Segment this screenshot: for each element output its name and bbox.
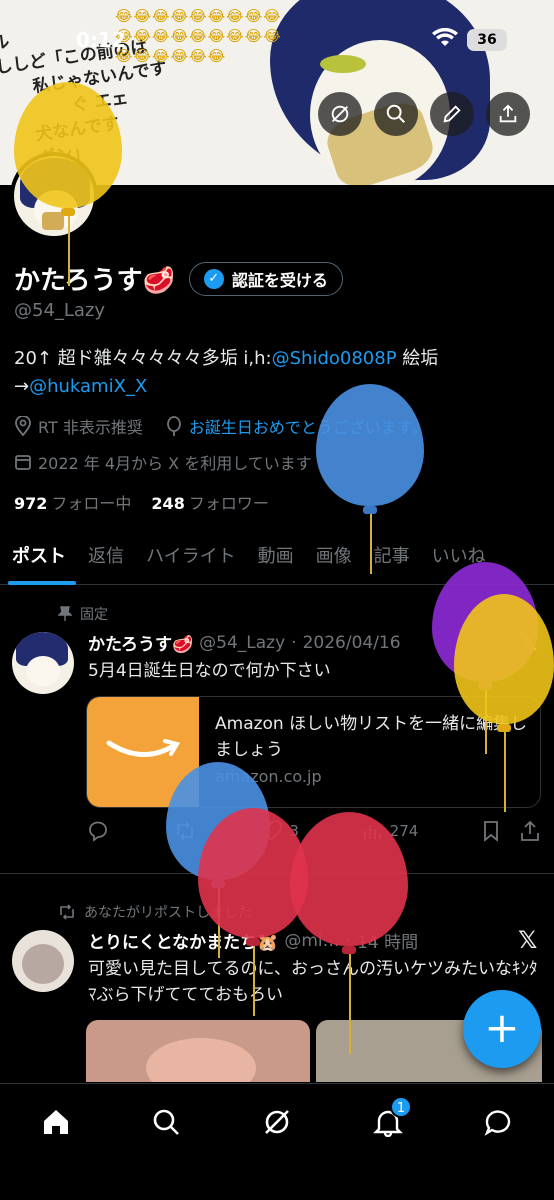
nav-messages[interactable]	[478, 1102, 518, 1142]
nav-notifications[interactable]: 1	[368, 1096, 412, 1142]
reply-icon	[89, 821, 107, 842]
pin-icon	[58, 606, 72, 621]
edit-icon	[443, 105, 461, 123]
followers-count: 248	[151, 494, 185, 513]
balloon-body	[454, 594, 554, 724]
pinned-indicator: 固定	[58, 604, 108, 624]
status-bar: 0:12 36	[0, 26, 554, 56]
balloon-knot	[363, 506, 377, 514]
reply-button[interactable]	[86, 820, 110, 842]
nav-search[interactable]	[146, 1102, 186, 1142]
following-label: フォロー中	[51, 494, 132, 513]
follow-stats: 972 フォロー中 248 フォロワー	[14, 490, 269, 514]
balloon-string	[349, 954, 351, 1054]
notification-badge: 1	[390, 1096, 412, 1118]
verified-badge-icon: ✓	[203, 268, 224, 289]
grok-icon	[331, 105, 349, 123]
joined-row: 2022 年 4月から X を利用しています	[14, 450, 334, 474]
grok-icon	[265, 1110, 289, 1134]
pinned-label: 固定	[80, 607, 108, 623]
balloon-decoration	[290, 812, 408, 1054]
balloon-knot	[61, 208, 75, 216]
bio-text: 20↑ 超ド雑々々々々々多垢 i,h:	[14, 348, 272, 369]
balloon-string	[68, 216, 70, 286]
bio-text: 絵垢	[396, 348, 439, 369]
balloon-string	[504, 732, 506, 812]
bookmark-share-group	[481, 820, 541, 842]
post-media-image[interactable]	[86, 1020, 310, 1082]
balloon-body	[290, 812, 408, 946]
followers-link[interactable]: 248 フォロワー	[151, 490, 268, 514]
search-button[interactable]	[374, 92, 418, 136]
bio-text: →	[14, 376, 30, 397]
followers-label: フォロワー	[188, 494, 269, 513]
balloon-decoration	[14, 82, 122, 286]
bio-link-hukami[interactable]: @hukamiX_X	[29, 376, 147, 397]
balloon-decoration	[454, 594, 554, 812]
status-time: 0:12	[76, 28, 126, 52]
avatar-art	[22, 944, 64, 984]
media-art	[146, 1038, 256, 1082]
tab-posts[interactable]: ポスト	[0, 530, 76, 585]
tab-highlights[interactable]: ハイライト	[134, 530, 246, 585]
location-item: RT 非表示推奨	[14, 414, 143, 438]
following-link[interactable]: 972 フォロー中	[14, 490, 131, 514]
following-count: 972	[14, 494, 48, 513]
location-pin-icon	[15, 416, 31, 436]
bookmark-icon[interactable]	[481, 820, 501, 842]
balloon-decoration	[316, 384, 424, 574]
post-header: かたろうす🥩 @54_Lazy · 2026/04/16	[88, 630, 401, 656]
bio-link-shido[interactable]: @Shido0808P	[272, 348, 397, 369]
joined-item: 2022 年 4月から X を利用しています	[14, 450, 312, 474]
x-logo-icon: 𝕏	[518, 926, 538, 954]
profile-handle: @54_Lazy	[14, 300, 106, 321]
compose-post-button[interactable]: +	[463, 990, 541, 1068]
get-verified-button[interactable]: ✓ 認証を受ける	[188, 261, 343, 296]
share-icon[interactable]	[519, 820, 541, 842]
post-avatar[interactable]	[12, 930, 74, 992]
post-date: 2026/04/16	[302, 632, 401, 653]
nav-grok[interactable]	[257, 1102, 297, 1142]
tab-photos[interactable]: 画像	[304, 530, 362, 585]
calendar-icon	[15, 455, 31, 470]
post-avatar[interactable]	[12, 632, 74, 694]
balloon-string	[370, 514, 372, 574]
amazon-smile-logo	[106, 739, 181, 757]
post-dot: ·	[291, 632, 297, 653]
balloon-icon	[166, 416, 181, 436]
location-text: RT 非表示推奨	[38, 418, 143, 437]
home-icon	[44, 1110, 68, 1134]
edit-profile-button[interactable]	[430, 92, 474, 136]
tab-replies[interactable]: 返信	[76, 530, 134, 585]
profile-name-row: かたろうす🥩 ✓ 認証を受ける	[14, 260, 343, 297]
balloon-knot	[246, 938, 260, 946]
avatar-art	[26, 656, 60, 686]
get-verified-label: 認証を受ける	[231, 270, 328, 290]
nav-home[interactable]	[36, 1102, 76, 1142]
messages-icon	[484, 1110, 511, 1136]
bottom-navigation: 1	[0, 1083, 554, 1200]
search-icon	[386, 104, 405, 123]
repost-icon	[60, 904, 74, 920]
profile-bio: 20↑ 超ド雑々々々々々多垢 i,h:@Shido0808P 絵垢 →@huka…	[14, 345, 544, 401]
balloon-body	[14, 82, 122, 208]
grok-button[interactable]	[318, 92, 362, 136]
share-icon	[499, 104, 517, 123]
share-button[interactable]	[486, 92, 530, 136]
joined-text: 2022 年 4月から X を利用しています	[38, 454, 312, 473]
display-name: かたろうす🥩	[14, 266, 175, 296]
search-icon	[153, 1109, 179, 1135]
wifi-icon	[432, 27, 458, 53]
battery-indicator: 36	[467, 29, 507, 51]
tab-videos[interactable]: 動画	[246, 530, 304, 585]
balloon-body	[316, 384, 424, 506]
balloon-knot	[342, 946, 356, 954]
post-author-handle: @54_Lazy	[199, 632, 286, 653]
post-author-name[interactable]: かたろうす🥩	[88, 630, 193, 655]
balloon-knot	[497, 724, 511, 732]
banner-art-eye	[320, 55, 366, 73]
balloon-string	[253, 946, 255, 1016]
post-text: 可愛い見た目してるのに、おっさんの汚いケツみたいなｷﾝﾀﾏぶら下げててておもろい	[88, 959, 538, 1005]
